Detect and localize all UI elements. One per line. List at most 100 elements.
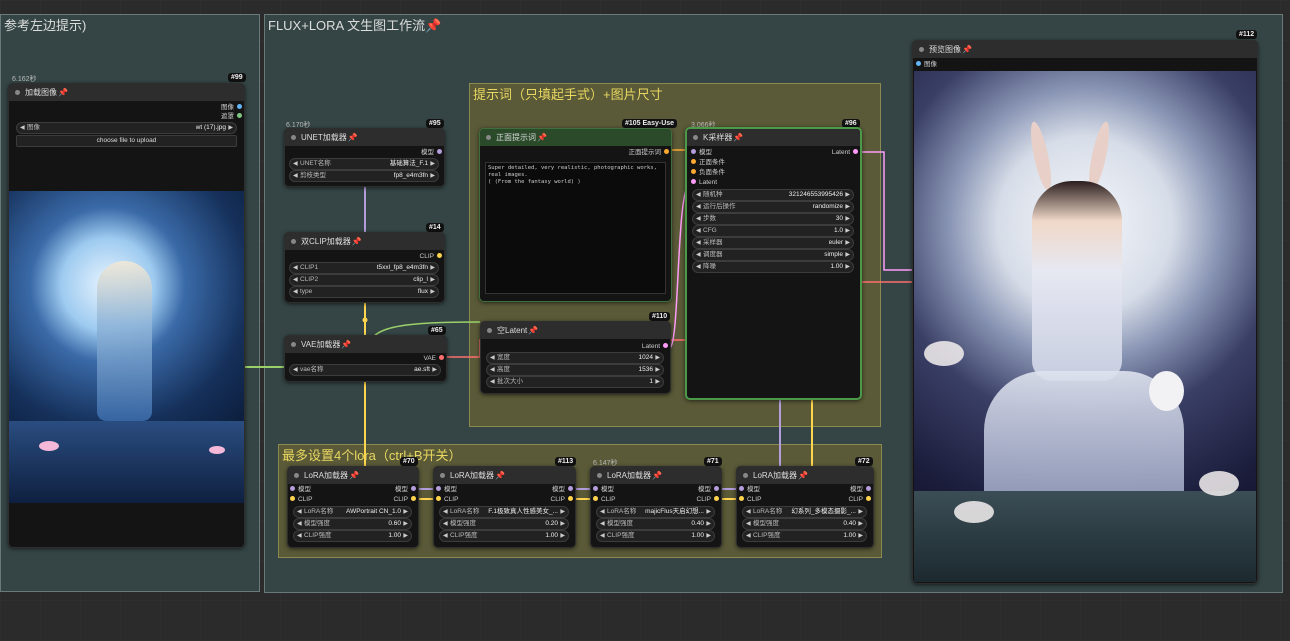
- model-strength-input[interactable]: ◀ 模型强度 0.40 ▶: [596, 518, 715, 530]
- output-latent[interactable]: Latent: [642, 343, 668, 351]
- width-input[interactable]: ◀ 宽度 1024 ▶: [486, 352, 664, 364]
- collapse-dot-icon[interactable]: [919, 47, 924, 52]
- input-clip[interactable]: CLIP: [739, 496, 761, 504]
- model-strength-input[interactable]: ◀ 模型强度 0.20 ▶: [439, 518, 569, 530]
- lora-2-badge: #113: [555, 457, 577, 466]
- clip2-select[interactable]: ◀ CLIP2 clip_l ▶: [289, 274, 439, 286]
- unet-loader-node[interactable]: UNET加载器📌 模型 ◀ UNET名称 基础算法_F.1 ▶ ◀ 剪枝类型 fp8_e4…: [284, 128, 445, 187]
- clip-strength-input[interactable]: ◀ CLIP强度 1.00 ▶: [596, 530, 715, 542]
- positive-prompt-node[interactable]: 正面提示词📌 正面提示词 Super detailed, very realis…: [479, 128, 672, 302]
- output-model[interactable]: 模型: [850, 486, 871, 494]
- dualclip-header[interactable]: 双CLIP加载器📌: [285, 233, 444, 250]
- collapse-dot-icon[interactable]: [15, 90, 20, 95]
- ksampler-header[interactable]: K采样器📌: [687, 129, 860, 146]
- weight-dtype-select[interactable]: ◀ 剪枝类型 fp8_e4m3fn ▶: [289, 170, 439, 182]
- vae-loader-node[interactable]: VAE加载器📌 VAE ◀ vae名称 ae.sft ▶: [284, 335, 447, 382]
- collapse-dot-icon[interactable]: [291, 239, 296, 244]
- prompt-textarea[interactable]: Super detailed, very realistic, photogra…: [485, 162, 666, 294]
- input-model[interactable]: 模型: [290, 486, 311, 494]
- input-model[interactable]: 模型: [739, 486, 760, 494]
- input-latent[interactable]: Latent: [691, 179, 717, 187]
- output-image[interactable]: 图像: [221, 104, 242, 112]
- unet-header[interactable]: UNET加载器📌: [285, 129, 444, 146]
- output-vae[interactable]: VAE: [423, 355, 444, 363]
- output-clip[interactable]: CLIP: [420, 253, 442, 261]
- clip-strength-input[interactable]: ◀ CLIP强度 1.00 ▶: [742, 530, 867, 542]
- clip1-select[interactable]: ◀ CLIP1 t5xxl_fp8_e4m3fn ▶: [289, 262, 439, 274]
- model-strength-input[interactable]: ◀ 模型强度 0.60 ▶: [293, 518, 412, 530]
- height-input[interactable]: ◀ 高度 1536 ▶: [486, 364, 664, 376]
- input-model[interactable]: 模型: [436, 486, 457, 494]
- lora-loader-node-1[interactable]: LoRA加载器📌 模型 CLIP 模型 CLIP ◀ LoRA名称 AWPortra…: [287, 466, 419, 548]
- lora-name-select[interactable]: ◀ LoRA名称 F.1极致真人性感美女_... ▶: [439, 506, 569, 518]
- input-model[interactable]: 模型: [593, 486, 614, 494]
- vae-header[interactable]: VAE加载器📌: [285, 336, 446, 353]
- collapse-dot-icon[interactable]: [291, 135, 296, 140]
- input-images[interactable]: 图像: [916, 61, 937, 69]
- input-clip[interactable]: CLIP: [290, 496, 312, 504]
- output-clip[interactable]: CLIP: [849, 496, 871, 504]
- output-model[interactable]: 模型: [698, 486, 719, 494]
- vae-name-select[interactable]: ◀ vae名称 ae.sft ▶: [289, 364, 441, 376]
- lora-1-header[interactable]: LoRA加载器📌: [288, 467, 418, 484]
- ksampler-node[interactable]: K采样器📌 模型 正面条件 负面条件 Latent Latent ◀ 随机种 321…: [685, 127, 862, 400]
- lora-3-header[interactable]: LoRA加载器📌: [591, 467, 721, 484]
- positive-header[interactable]: 正面提示词📌: [480, 129, 671, 146]
- output-clip[interactable]: CLIP: [697, 496, 719, 504]
- output-clip[interactable]: CLIP: [551, 496, 573, 504]
- output-positive[interactable]: 正面提示词: [629, 149, 669, 157]
- denoise-input[interactable]: ◀ 降噪 1.00 ▶: [692, 261, 854, 273]
- collapse-dot-icon[interactable]: [743, 473, 748, 478]
- collapse-dot-icon[interactable]: [487, 328, 492, 333]
- seed-input[interactable]: ◀ 随机种 321246553995426 ▶: [692, 189, 854, 201]
- empty-latent-header[interactable]: 空Latent📌: [481, 322, 670, 339]
- lora-4-header[interactable]: LoRA加载器📌: [737, 467, 873, 484]
- pin-icon: 📌: [58, 88, 68, 97]
- batch-size-input[interactable]: ◀ 批次大小 1 ▶: [486, 376, 664, 388]
- sampler-select[interactable]: ◀ 采样器 euler ▶: [692, 237, 854, 249]
- collapse-dot-icon[interactable]: [486, 135, 491, 140]
- lora-name-select[interactable]: ◀ LoRA名称 AWPortrait CN_1.0 ▶: [293, 506, 412, 518]
- collapse-dot-icon[interactable]: [440, 473, 445, 478]
- input-positive[interactable]: 正面条件: [691, 159, 725, 167]
- output-model[interactable]: 模型: [421, 149, 442, 157]
- lora-2-header[interactable]: LoRA加载器📌: [434, 467, 575, 484]
- input-negative[interactable]: 负面条件: [691, 169, 725, 177]
- unet-name-select[interactable]: ◀ UNET名称 基础算法_F.1 ▶: [289, 158, 439, 170]
- lora-loader-node-2[interactable]: LoRA加载器📌 模型 CLIP 模型 CLIP ◀ LoRA名称 F.1极致真人性…: [433, 466, 576, 548]
- model-strength-input[interactable]: ◀ 模型强度 0.40 ▶: [742, 518, 867, 530]
- upload-button[interactable]: choose file to upload: [16, 135, 237, 147]
- output-latent[interactable]: Latent: [832, 149, 858, 157]
- collapse-dot-icon[interactable]: [291, 342, 296, 347]
- load-image-node[interactable]: 加载图像📌 图像 遮罩 ◀ 图像 wt (17).jpg ▶ choose file …: [8, 83, 245, 548]
- output-clip[interactable]: CLIP: [394, 496, 416, 504]
- preview-output-image: [914, 71, 1256, 582]
- clip-strength-input[interactable]: ◀ CLIP强度 1.00 ▶: [293, 530, 412, 542]
- lora-loader-node-3[interactable]: LoRA加载器📌 模型 CLIP 模型 CLIP ◀ LoRA名称 majicFlu…: [590, 466, 722, 548]
- lora-name-select[interactable]: ◀ LoRA名称 幻系列_多模态摄影_... ▶: [742, 506, 867, 518]
- preview-image-node[interactable]: 预览图像📌 图像: [912, 40, 1258, 584]
- lora-loader-node-4[interactable]: LoRA加载器📌 模型 CLIP 模型 CLIP ◀ LoRA名称 幻系列_多模态摄…: [736, 466, 874, 548]
- output-mask[interactable]: 遮罩: [221, 113, 242, 121]
- cfg-input[interactable]: ◀ CFG 1.0 ▶: [692, 225, 854, 237]
- preview-header[interactable]: 预览图像📌: [913, 41, 1257, 58]
- image-select[interactable]: ◀ 图像 wt (17).jpg ▶: [16, 122, 237, 134]
- input-clip[interactable]: CLIP: [593, 496, 615, 504]
- collapse-dot-icon[interactable]: [294, 473, 299, 478]
- output-model[interactable]: 模型: [395, 486, 416, 494]
- input-model[interactable]: 模型: [691, 149, 712, 157]
- lora-name-select[interactable]: ◀ LoRA名称 majicFlus天启幻想... ▶: [596, 506, 715, 518]
- collapse-dot-icon[interactable]: [597, 473, 602, 478]
- dual-clip-loader-node[interactable]: 双CLIP加载器📌 CLIP ◀ CLIP1 t5xxl_fp8_e4m3fn ▶ ◀…: [284, 232, 445, 303]
- collapse-dot-icon[interactable]: [693, 135, 698, 140]
- load-image-header[interactable]: 加载图像📌: [9, 84, 244, 101]
- control-after-generate-select[interactable]: ◀ 运行后操作 randomize ▶: [692, 201, 854, 213]
- clip-strength-input[interactable]: ◀ CLIP强度 1.00 ▶: [439, 530, 569, 542]
- empty-latent-node[interactable]: 空Latent📌 Latent ◀ 宽度 1024 ▶ ◀ 高度 1536 ▶ ◀ 批次大小 1…: [480, 321, 671, 394]
- clip-type-select[interactable]: ◀ type flux ▶: [289, 286, 439, 298]
- input-clip[interactable]: CLIP: [436, 496, 458, 504]
- node-title: LoRA加载器: [304, 471, 349, 480]
- scheduler-select[interactable]: ◀ 调度器 simple ▶: [692, 249, 854, 261]
- output-model[interactable]: 模型: [552, 486, 573, 494]
- steps-input[interactable]: ◀ 步数 30 ▶: [692, 213, 854, 225]
